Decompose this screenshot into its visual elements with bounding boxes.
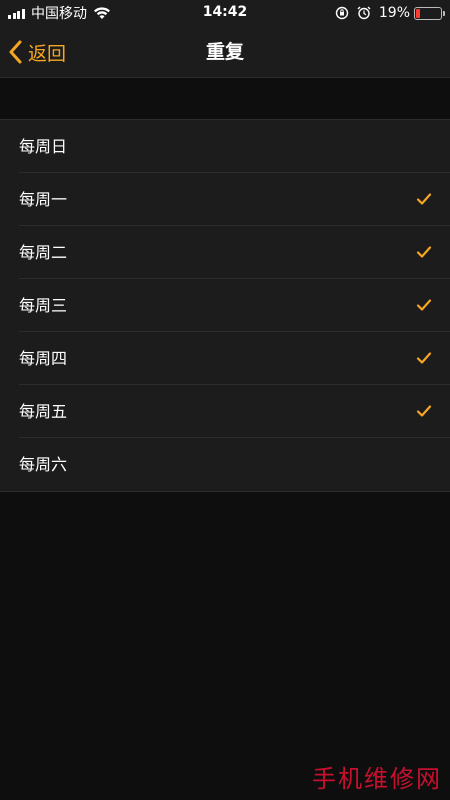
day-label: 每周四 bbox=[19, 349, 68, 368]
status-right: 19% bbox=[335, 4, 445, 22]
checkmark-icon bbox=[416, 299, 432, 311]
day-row-wednesday[interactable]: 每周三 bbox=[0, 279, 450, 332]
day-row-sunday[interactable]: 每周日 bbox=[0, 120, 450, 173]
checkmark-icon bbox=[416, 352, 432, 364]
orientation-lock-icon bbox=[335, 6, 349, 20]
alarm-icon bbox=[357, 6, 371, 20]
checkmark-icon bbox=[416, 405, 432, 417]
battery-icon bbox=[414, 6, 445, 20]
checkmark-icon bbox=[416, 193, 432, 205]
day-label: 每周二 bbox=[19, 243, 68, 262]
day-row-saturday[interactable]: 每周六 bbox=[0, 438, 450, 491]
watermark: 手机维修网 bbox=[312, 765, 442, 793]
battery-level bbox=[416, 8, 420, 18]
navigation-bar: 返回 重复 bbox=[0, 26, 450, 78]
day-row-monday[interactable]: 每周一 bbox=[0, 173, 450, 226]
day-label: 每周一 bbox=[19, 190, 68, 209]
day-label: 每周三 bbox=[19, 296, 68, 315]
day-row-tuesday[interactable]: 每周二 bbox=[0, 226, 450, 279]
day-label: 每周六 bbox=[19, 455, 68, 474]
battery-percent: 19% bbox=[378, 5, 410, 21]
day-row-thursday[interactable]: 每周四 bbox=[0, 332, 450, 385]
day-label: 每周五 bbox=[19, 402, 68, 421]
day-row-friday[interactable]: 每周五 bbox=[0, 385, 450, 438]
day-label: 每周日 bbox=[19, 137, 68, 156]
section-gap bbox=[0, 78, 450, 119]
status-bar: 中国移动 14:42 19% bbox=[0, 0, 450, 26]
page-title: 重复 bbox=[205, 41, 244, 63]
repeat-day-list: 每周日 每周一 每周二 每周三 每周四 每周五 每周六 bbox=[0, 119, 450, 492]
checkmark-icon bbox=[416, 246, 432, 258]
